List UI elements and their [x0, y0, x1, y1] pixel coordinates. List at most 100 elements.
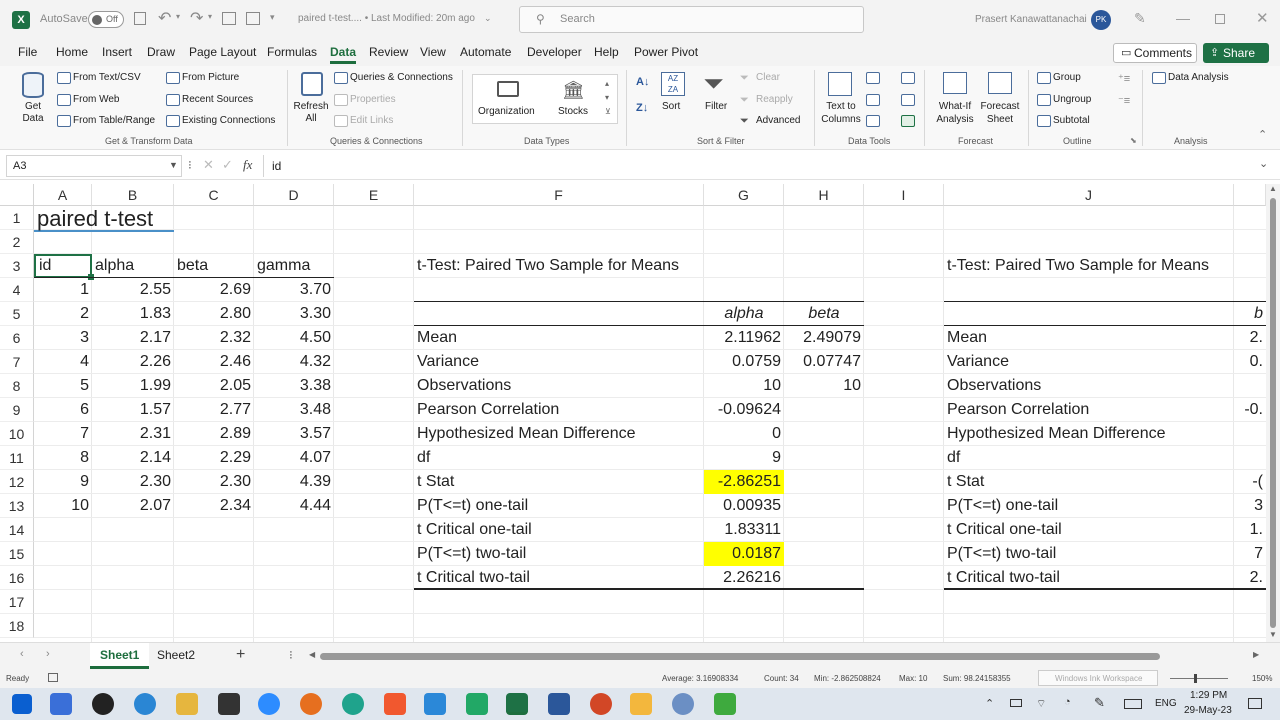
powerpoint-icon[interactable] — [590, 693, 612, 715]
data-cell[interactable]: 2.46 — [174, 350, 254, 374]
header-gamma[interactable]: gamma — [254, 254, 334, 278]
relationships-icon[interactable] — [901, 94, 915, 106]
ttest2-title[interactable]: t-Test: Paired Two Sample for Means — [944, 254, 1234, 278]
menu-draw[interactable]: Draw — [147, 45, 175, 59]
ttest2-label[interactable]: t Critical one-tail — [944, 518, 1234, 542]
menu-home[interactable]: Home — [56, 45, 88, 59]
ttest1-label[interactable]: P(T<=t) two-tail — [414, 542, 704, 566]
pen-app-icon[interactable] — [50, 693, 72, 715]
autosave-toggle[interactable]: Off — [88, 11, 124, 28]
ttest1-value1[interactable]: 0.0187 — [704, 542, 784, 566]
wifi-icon[interactable]: ◔ — [1064, 696, 1071, 708]
menu-review[interactable]: Review — [369, 45, 408, 59]
data-cell[interactable]: 2.32 — [174, 326, 254, 350]
avatar[interactable]: PK — [1091, 10, 1111, 30]
data-cell[interactable]: 3 — [34, 326, 92, 350]
data-cell[interactable]: 2.26 — [92, 350, 174, 374]
pen-icon[interactable]: ✎ — [1134, 10, 1146, 27]
data-cell[interactable]: 8 — [34, 446, 92, 470]
data-types-gallery[interactable]: Organization 🏛 Stocks ▴ ▾ ⊻ — [472, 74, 618, 124]
ttest1-value1[interactable]: 10 — [704, 374, 784, 398]
data-cell[interactable]: 4.07 — [254, 446, 334, 470]
ttest2-label[interactable]: t Critical two-tail — [944, 566, 1234, 590]
ttest1-label[interactable]: Pearson Correlation — [414, 398, 704, 422]
ttest2-value-partial[interactable]: 2. — [1234, 326, 1266, 350]
ttest2-label[interactable]: Variance — [944, 350, 1234, 374]
existing-connections-button[interactable]: Existing Connections — [182, 115, 275, 126]
macro-record-icon[interactable] — [48, 673, 58, 682]
data-cell[interactable]: 2.07 — [92, 494, 174, 518]
network-icon[interactable]: ⌔ — [1036, 697, 1046, 711]
ttest1-value1[interactable]: 0.00935 — [704, 494, 784, 518]
queries-connections-button[interactable]: Queries & Connections — [350, 72, 453, 83]
menu-page-layout[interactable]: Page Layout — [189, 45, 256, 59]
document-title[interactable]: paired t-test.... • Last Modified: 20m a… — [298, 13, 475, 24]
zoom-app-icon[interactable] — [258, 693, 280, 715]
ttest1-label[interactable]: t Critical one-tail — [414, 518, 704, 542]
restore-icon[interactable] — [1215, 14, 1225, 24]
data-cell[interactable]: 2.30 — [92, 470, 174, 494]
zoom-thumb[interactable] — [1194, 674, 1197, 683]
select-all-corner[interactable] — [0, 184, 34, 206]
minimize-icon[interactable]: — — [1176, 10, 1190, 26]
file-explorer-icon[interactable] — [176, 693, 198, 715]
search-box[interactable]: ⚲ Search — [519, 6, 864, 33]
clock-date[interactable]: 29-May-23 — [1184, 705, 1232, 716]
data-cell[interactable]: 4.50 — [254, 326, 334, 350]
column-header-b[interactable]: B — [92, 184, 174, 206]
data-cell[interactable]: 2.80 — [174, 302, 254, 326]
column-header-j[interactable]: J — [944, 184, 1234, 206]
ungroup-button[interactable]: Ungroup — [1053, 94, 1091, 105]
close-icon[interactable]: ✕ — [1256, 9, 1269, 27]
terminal-icon[interactable] — [218, 693, 240, 715]
hide-detail-icon[interactable]: ⁻≡ — [1118, 94, 1130, 107]
row-header-18[interactable]: 18 — [0, 614, 34, 638]
ttest2-label[interactable]: P(T<=t) two-tail — [944, 542, 1234, 566]
r-app-icon[interactable] — [672, 693, 694, 715]
column-header-g[interactable]: G — [704, 184, 784, 206]
insert-function-icon[interactable]: fx — [243, 157, 252, 173]
redo-icon[interactable]: ↷ — [190, 8, 203, 28]
remove-duplicates-icon[interactable] — [866, 94, 880, 106]
sort-dialog-icon[interactable]: AZ ZA — [661, 72, 685, 96]
row-header-15[interactable]: 15 — [0, 542, 34, 566]
subtotal-button[interactable]: Subtotal — [1053, 115, 1090, 126]
refresh-icon[interactable] — [301, 72, 323, 96]
stocks-button[interactable]: Stocks — [558, 106, 588, 117]
group-button[interactable]: Group — [1053, 72, 1081, 83]
row-header-12[interactable]: 12 — [0, 470, 34, 494]
data-cell[interactable]: 2.17 — [92, 326, 174, 350]
menu-power-pivot[interactable]: Power Pivot — [634, 45, 698, 59]
data-cell[interactable]: 3.30 — [254, 302, 334, 326]
menu-data[interactable]: Data — [330, 45, 357, 64]
data-cell[interactable]: 2.55 — [92, 278, 174, 302]
menu-formulas[interactable]: Formulas — [267, 45, 317, 59]
ttest2-col1-header-partial[interactable]: b — [1234, 302, 1266, 326]
column-header-h[interactable]: H — [784, 184, 864, 206]
menu-automate[interactable]: Automate — [460, 45, 511, 59]
share-button[interactable]: ⇪ Share — [1203, 43, 1269, 63]
tab-sheet2[interactable]: Sheet2 — [147, 643, 205, 669]
data-cell[interactable]: 6 — [34, 398, 92, 422]
tray-chevron-icon[interactable]: ⌃ — [985, 697, 994, 710]
firefox-icon[interactable] — [300, 693, 322, 715]
from-picture-button[interactable]: From Picture — [182, 72, 239, 83]
ttest1-value1[interactable]: 0 — [704, 422, 784, 446]
data-validation-icon[interactable] — [866, 115, 880, 127]
ttest1-label[interactable]: P(T<=t) one-tail — [414, 494, 704, 518]
scroll-thumb[interactable] — [1270, 198, 1276, 628]
database-icon[interactable] — [22, 72, 44, 98]
row-header-6[interactable]: 6 — [0, 326, 34, 350]
refresh-all-button[interactable]: Refresh All — [293, 101, 329, 125]
clock-time[interactable]: 1:29 PM — [1190, 690, 1227, 701]
battery-icon[interactable] — [1010, 699, 1022, 707]
expand-formula-icon[interactable]: ⌄ — [1259, 157, 1268, 170]
tab-options-icon[interactable]: ⁝ — [289, 648, 293, 662]
column-header-e[interactable]: E — [334, 184, 414, 206]
data-cell[interactable]: 3.70 — [254, 278, 334, 302]
ttest1-value2[interactable]: 0.07747 — [784, 350, 864, 374]
menu-developer[interactable]: Developer — [527, 45, 582, 59]
data-cell[interactable]: 2.29 — [174, 446, 254, 470]
ttest1-label[interactable]: Observations — [414, 374, 704, 398]
ttest1-value1[interactable]: -0.09624 — [704, 398, 784, 422]
